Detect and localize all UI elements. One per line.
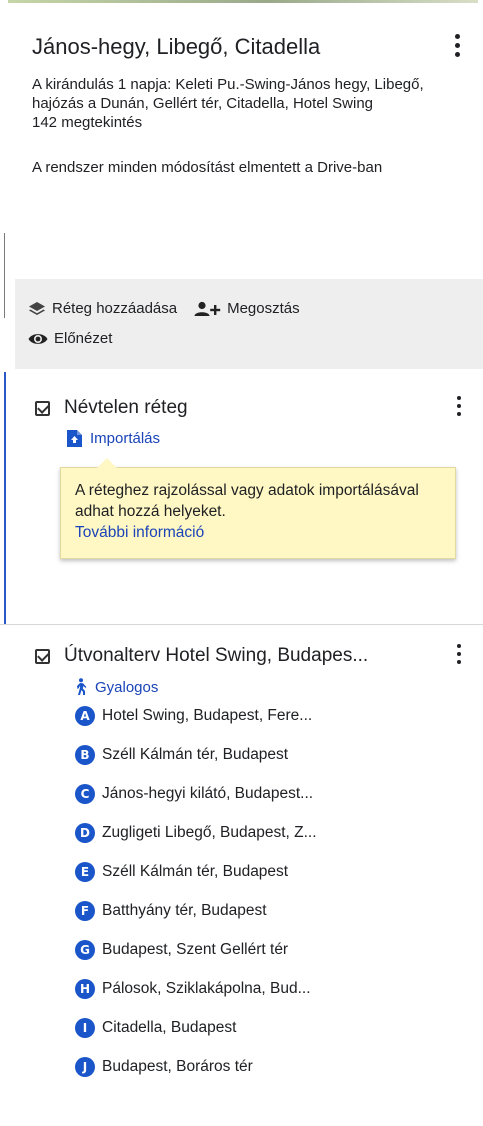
travel-mode[interactable]: Gyalogos (73, 678, 475, 696)
toolbar-row-1: Réteg hozzáadása Megosztás (28, 300, 316, 317)
route-stop[interactable]: E Széll Kálmán tér, Budapest (75, 852, 475, 891)
top-divider (8, 0, 478, 3)
map-header: János-hegy, Libegő, Citadella A kirándul… (32, 30, 472, 178)
stop-marker: B (75, 744, 95, 765)
stop-label: Zugligeti Libegő, Budapest, Z... (102, 823, 317, 841)
tooltip-text: A réteghez rajzolással vagy adatok impor… (75, 482, 419, 520)
view-count: 142 megtekintés (32, 114, 143, 131)
preview-button[interactable]: Előnézet (28, 330, 112, 347)
stop-label: Pálosok, Sziklakápolna, Bud... (102, 979, 311, 997)
route-stop[interactable]: H Pálosok, Sziklakápolna, Bud... (75, 969, 475, 1008)
import-link[interactable]: Importálás (67, 430, 475, 447)
stop-label: Széll Kálmán tér, Budapest (102, 745, 289, 763)
stop-label: Széll Kálmán tér, Budapest (102, 862, 289, 880)
layer-options-more-vert-icon[interactable] (451, 396, 467, 422)
route-stop[interactable]: J Budapest, Boráros tér (75, 1047, 475, 1086)
route-stop[interactable]: C János-hegyi kilátó, Budapest... (75, 774, 475, 813)
stop-marker: D (75, 822, 95, 843)
stop-label: Budapest, Szent Gellért tér (102, 940, 289, 958)
stop-label: János-hegyi kilátó, Budapest... (102, 784, 314, 802)
add-layer-button[interactable]: Réteg hozzáadása (28, 300, 177, 317)
layer-route: Útvonalterv Hotel Swing, Budapes... Gyal… (35, 642, 475, 1086)
tooltip-arrow (97, 458, 117, 468)
layer-visibility-checkbox[interactable] (35, 400, 50, 416)
person-add-icon (193, 301, 221, 317)
layer-visibility-checkbox[interactable] (35, 648, 50, 664)
stop-label: Hotel Swing, Budapest, Fere... (102, 706, 313, 724)
layers-icon (28, 301, 46, 317)
stop-marker: C (75, 783, 95, 804)
layer-options-more-vert-icon[interactable] (451, 644, 467, 670)
route-stop[interactable]: A Hotel Swing, Budapest, Fere... (75, 696, 475, 735)
layer-untitled: Névtelen réteg Importálás A réteghez raj… (35, 394, 475, 559)
stop-label: Citadella, Budapest (102, 1018, 237, 1036)
route-stop[interactable]: I Citadella, Budapest (75, 1008, 475, 1047)
route-stop[interactable]: F Batthyány tér, Budapest (75, 891, 475, 930)
layer-title[interactable]: Útvonalterv Hotel Swing, Budapes... (64, 645, 368, 667)
left-edge-line (4, 233, 5, 318)
route-stop[interactable]: B Széll Kálmán tér, Budapest (75, 735, 475, 774)
import-icon (67, 430, 82, 447)
selected-layer-indicator (4, 372, 6, 624)
layer-title[interactable]: Névtelen réteg (64, 397, 188, 419)
walking-icon (73, 678, 87, 696)
import-label: Importálás (90, 430, 161, 447)
eye-icon (28, 332, 48, 346)
route-stops: A Hotel Swing, Budapest, Fere... B Széll K… (75, 696, 475, 1086)
save-status: A rendszer minden módosítást elmentett a… (32, 159, 383, 176)
map-options-more-vert-icon[interactable] (447, 34, 467, 64)
stop-marker: E (75, 861, 95, 882)
empty-layer-tooltip: A réteghez rajzolással vagy adatok impor… (60, 458, 456, 559)
route-stop[interactable]: G Budapest, Szent Gellért tér (75, 930, 475, 969)
stop-marker: F (75, 900, 95, 921)
learn-more-link[interactable]: További információ (75, 524, 204, 541)
stop-label: Batthyány tér, Budapest (102, 901, 267, 919)
stop-marker: J (75, 1056, 95, 1077)
share-label: Megosztás (227, 300, 300, 317)
stop-marker: I (75, 1017, 95, 1038)
share-button[interactable]: Megosztás (193, 300, 300, 317)
map-description[interactable]: A kirándulás 1 napja: Keleti Pu.-Swing-J… (32, 75, 457, 113)
stop-marker: H (75, 978, 95, 999)
layer-divider (0, 624, 483, 625)
route-stop[interactable]: D Zugligeti Libegő, Budapest, Z... (75, 813, 475, 852)
layer-header: Névtelen réteg (35, 394, 475, 422)
add-layer-label: Réteg hozzáadása (52, 300, 178, 317)
travel-mode-label: Gyalogos (95, 678, 159, 696)
toolbar-row-2: Előnézet (28, 330, 128, 347)
stop-label: Budapest, Boráros tér (102, 1057, 253, 1075)
layer-toolbar: Réteg hozzáadása Megosztás Előnézet (15, 279, 483, 369)
stop-marker: G (75, 939, 95, 960)
map-title[interactable]: János-hegy, Libegő, Citadella (32, 30, 472, 64)
layer-header: Útvonalterv Hotel Swing, Budapes... (35, 642, 475, 670)
preview-label: Előnézet (54, 330, 113, 347)
stop-marker: A (75, 705, 95, 726)
